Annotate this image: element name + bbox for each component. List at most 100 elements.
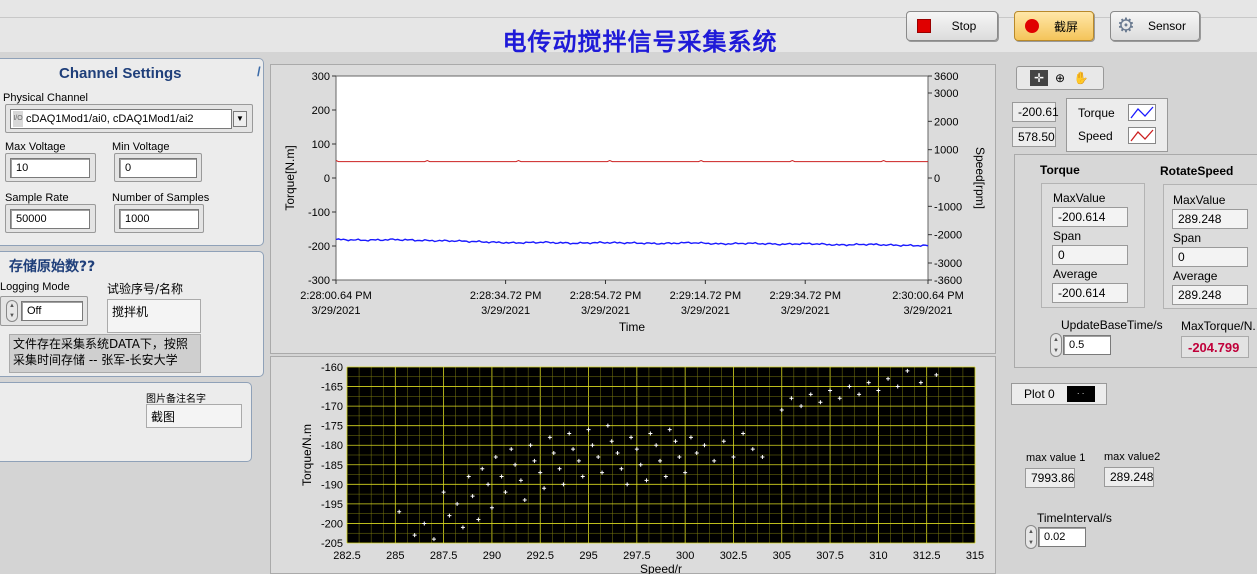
scatter-x-tick-label: 295 <box>579 550 597 562</box>
x-tick-date: 3/29/2021 <box>904 305 953 317</box>
io-name-icon: I/O <box>13 111 23 127</box>
min-voltage-input[interactable]: 0 <box>119 158 197 178</box>
logging-mode-stepper[interactable]: ▲ ▼ <box>6 300 18 322</box>
y-left-tick-label: -100 <box>308 207 330 219</box>
storage-title: 存储原始数?? <box>9 259 96 275</box>
speed-avg-label: Average <box>1173 269 1218 283</box>
y-left-tick-label: 300 <box>312 71 330 83</box>
scatter-x-tick-label: 297.5 <box>623 550 651 562</box>
time-interval-input[interactable]: 0.02 <box>1038 527 1086 547</box>
chevron-up-icon: ▲ <box>9 303 15 309</box>
max-value-1: 7993.86 <box>1025 468 1075 488</box>
y-right-tick-label: -2000 <box>934 230 962 242</box>
y-left-tick-label: 0 <box>324 173 330 185</box>
y-right-axis-label: Speed[rpm] <box>973 147 987 209</box>
scatter-x-tick-label: 290 <box>483 550 501 562</box>
physical-channel-select[interactable]: I/O cDAQ1Mod1/ai0, cDAQ1Mod1/ai2 <box>10 109 232 129</box>
logging-mode-label: Logging Mode <box>0 281 70 293</box>
y-left-tick-label: 200 <box>312 105 330 117</box>
speed-stats-title: RotateSpeed <box>1160 164 1234 178</box>
scatter-x-tick-label: 285 <box>386 550 404 562</box>
y-right-tick-label: 0 <box>934 173 940 185</box>
max-torque-value: -204.799 <box>1181 336 1249 358</box>
pan-hand-icon[interactable]: ✋ <box>1072 70 1090 86</box>
legend-speed-swatch[interactable] <box>1128 127 1156 144</box>
sensor-button[interactable]: ⚙ Sensor <box>1110 11 1200 41</box>
y-left-axis-label: Torque[N.m] <box>283 145 297 210</box>
scatter-y-tick-label: -175 <box>321 421 343 433</box>
cursor-value-1: -200.61 <box>1012 102 1059 122</box>
channel-settings-title: Channel Settings <box>59 65 182 82</box>
screenshot-button[interactable]: 截屏 <box>1014 11 1094 41</box>
storage-note: 文件存在采集系统DATA下，按照 采集时间存储 -- 张军-长安大学 <box>9 334 201 373</box>
test-name-input[interactable]: 搅拌机 <box>107 299 201 333</box>
zoom-icon[interactable]: ⊕ <box>1051 70 1069 86</box>
legend-torque-label: Torque <box>1078 106 1115 120</box>
logging-mode-select[interactable]: Off <box>21 301 83 321</box>
y-right-tick-label: 1000 <box>934 145 958 157</box>
physical-channel-dropdown-button[interactable]: ▼ <box>233 111 247 127</box>
crosshair-icon[interactable]: ✛ <box>1030 70 1048 86</box>
time-interval-stepper[interactable]: ▲ ▼ <box>1025 525 1037 549</box>
x-tick-time: 2:28:00.64 PM <box>300 290 372 302</box>
gear-icon: ⚙ <box>1117 15 1135 37</box>
scatter-x-tick-label: 315 <box>966 550 984 562</box>
scatter-chart[interactable]: 282.5 285 287.5 290 292.5 295 297.5 300 302.5 305… <box>270 356 996 574</box>
torque-avg-value: -200.614 <box>1052 283 1128 303</box>
legend-torque-swatch[interactable] <box>1128 104 1156 121</box>
screenshot-label: 截屏 <box>1053 19 1078 34</box>
num-samples-input[interactable]: 1000 <box>119 209 199 229</box>
plot-0-swatch: · · <box>1066 386 1095 402</box>
x-tick-date: 3/29/2021 <box>581 305 630 317</box>
scatter-y-tick-label: -180 <box>321 440 343 452</box>
x-tick-date: 3/29/2021 <box>312 305 361 317</box>
chevron-down-icon: ▼ <box>1028 539 1034 546</box>
time-chart[interactable]: 3002001000-100-200-30036003000200010000-… <box>270 64 996 354</box>
x-tick-time: 2:28:54.72 PM <box>570 290 642 302</box>
torque-span-label: Span <box>1053 229 1082 243</box>
sample-rate-input[interactable]: 50000 <box>10 209 90 229</box>
plot-0-legend[interactable]: Plot 0 · · <box>1011 383 1107 405</box>
time-interval-label: TimeInterval/s <box>1037 511 1112 525</box>
torque-span-value: 0 <box>1052 245 1128 265</box>
panel-corner-mark: / <box>257 64 261 79</box>
y-left-tick-label: -200 <box>308 241 330 253</box>
x-tick-time: 2:30:00.64 PM <box>892 290 964 302</box>
scatter-x-axis-label: Speed/r <box>640 562 682 574</box>
scatter-y-tick-label: -205 <box>321 538 343 550</box>
x-tick-time: 2:29:34.72 PM <box>769 290 841 302</box>
torque-stats-title: Torque <box>1040 163 1080 177</box>
stop-button[interactable]: Stop <box>906 11 998 41</box>
x-tick-date: 3/29/2021 <box>481 305 530 317</box>
scatter-x-tick-label: 305 <box>773 550 791 562</box>
picture-note-label: 图片备注名字 <box>146 394 206 405</box>
storage-note-line1: 文件存在采集系统DATA下，按照 <box>13 337 188 351</box>
picture-note-input[interactable]: 截图 <box>146 404 242 428</box>
scatter-y-axis-label: Torque/N.m <box>300 424 314 486</box>
x-axis-label: Time <box>619 320 646 334</box>
y-right-tick-label: -1000 <box>934 201 962 213</box>
storage-note-line2: 采集时间存储 -- 张军-长安大学 <box>13 353 178 367</box>
record-icon <box>1025 19 1039 33</box>
y-right-tick-label: 3000 <box>934 88 958 100</box>
torque-max-value: -200.614 <box>1052 207 1128 227</box>
scatter-y-tick-label: -195 <box>321 499 343 511</box>
graph-palette: ✛ ⊕ ✋ <box>1016 66 1104 90</box>
y-right-tick-label: 2000 <box>934 116 958 128</box>
max-value-2: 289.248 <box>1104 467 1154 487</box>
chevron-up-icon: ▲ <box>1053 336 1059 343</box>
y-left-tick-label: 100 <box>312 139 330 151</box>
x-tick-date: 3/29/2021 <box>681 305 730 317</box>
update-base-time-stepper[interactable]: ▲ ▼ <box>1050 333 1062 357</box>
test-name-label: 试验序号/名称 <box>107 282 184 296</box>
scatter-x-tick-label: 292.5 <box>526 550 554 562</box>
scatter-x-tick-label: 300 <box>676 550 694 562</box>
max-voltage-input[interactable]: 10 <box>10 158 90 178</box>
scatter-y-tick-label: -185 <box>321 460 343 472</box>
max-voltage-label: Max Voltage <box>5 141 66 153</box>
x-tick-time: 2:28:34.72 PM <box>470 290 542 302</box>
update-base-time-input[interactable]: 0.5 <box>1063 335 1111 355</box>
y-right-tick-label: 3600 <box>934 71 958 83</box>
scatter-y-tick-label: -200 <box>321 518 343 530</box>
max-value-2-label: max value2 <box>1104 451 1161 463</box>
